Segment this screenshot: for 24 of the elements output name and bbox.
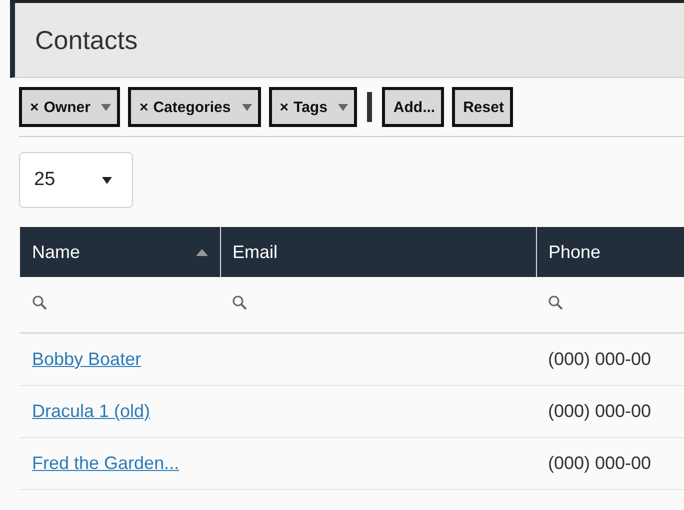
action-button[interactable]: Reset: [452, 87, 513, 127]
search-icon: [32, 295, 47, 310]
table-cell: (000) 000-00: [548, 349, 652, 369]
separator-bar: [367, 92, 372, 122]
column-header[interactable]: Name: [20, 227, 220, 277]
caret-icon: [242, 104, 252, 110]
caret-icon: [101, 104, 112, 110]
search-icon: [232, 295, 247, 310]
filter-button[interactable]: × Owner: [19, 87, 120, 127]
contact-link[interactable]: Fred the Garden...: [32, 453, 180, 473]
filter-button[interactable]: × Categories: [128, 87, 261, 127]
column-header[interactable]: Phone: [536, 227, 684, 277]
column-header[interactable]: Email: [220, 227, 536, 277]
search-icon: [548, 295, 563, 310]
page-size-select[interactable]: 25: [19, 152, 133, 208]
page-title: Contacts: [10, 3, 684, 78]
action-button[interactable]: Add...: [382, 87, 444, 127]
caret-icon: [338, 104, 348, 110]
table-cell: (000) 000-00: [548, 401, 652, 421]
contact-link[interactable]: Dracula 1 (old): [32, 401, 150, 421]
caret-icon: [102, 176, 112, 184]
table-cell: (000) 000-00: [548, 453, 652, 473]
filter-button[interactable]: × Tags: [268, 87, 358, 127]
contact-link[interactable]: Bobby Boater: [32, 349, 142, 369]
